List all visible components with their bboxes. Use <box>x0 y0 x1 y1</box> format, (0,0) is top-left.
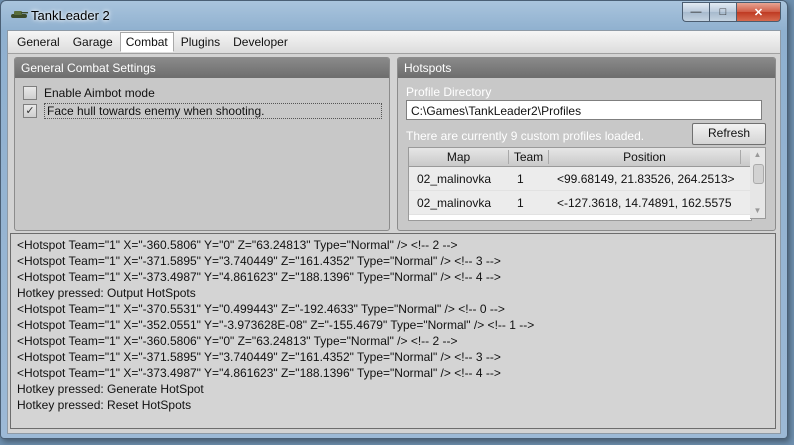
tab-garage[interactable]: Garage <box>67 32 119 52</box>
hotspots-header: Hotspots <box>398 58 775 78</box>
log-line: <Hotspot Team="1" X="-352.0551" Y="-3.97… <box>17 318 535 332</box>
log-line: Hotkey pressed: Generate HotSpot <box>17 382 204 396</box>
column-header-map[interactable]: Map <box>409 150 509 164</box>
log-line: <Hotspot Team="1" X="-373.4987" Y="4.861… <box>17 366 501 380</box>
aimbot-checkbox[interactable] <box>23 86 37 100</box>
combat-settings-header: General Combat Settings <box>15 58 389 78</box>
table-scrollbar[interactable]: ▲ ▼ <box>750 147 766 219</box>
minimize-button[interactable]: — <box>682 2 709 22</box>
face-hull-option[interactable]: ✓ Face hull towards enemy when shooting. <box>23 103 382 119</box>
tab-plugins[interactable]: Plugins <box>175 32 226 52</box>
column-header-position[interactable]: Position <box>549 150 741 164</box>
log-output[interactable]: <Hotspot Team="1" X="-360.5806" Y="0" Z=… <box>10 233 776 429</box>
cell-position: <-127.3618, 14.74891, 162.5575 <box>557 195 732 210</box>
maximize-button[interactable]: □ <box>709 2 736 22</box>
tab-combat[interactable]: Combat <box>119 32 174 52</box>
log-line: <Hotspot Team="1" X="-370.5531" Y="0.499… <box>17 302 505 316</box>
log-line: Hotkey pressed: Output HotSpots <box>17 286 196 300</box>
log-line: <Hotspot Team="1" X="-360.5806" Y="0" Z=… <box>17 334 458 348</box>
tab-bar: General Garage Combat Plugins Developer <box>8 31 780 54</box>
log-line: <Hotspot Team="1" X="-373.4987" Y="4.861… <box>17 270 501 284</box>
close-button[interactable]: ✕ <box>736 2 781 22</box>
profiles-status-text: There are currently 9 custom profiles lo… <box>406 129 645 143</box>
cell-map: 02_malinovka <box>417 171 492 186</box>
cell-map: 02_malinovka <box>417 195 492 210</box>
column-header-team[interactable]: Team <box>509 150 549 164</box>
cell-team: 1 <box>517 195 524 210</box>
tab-developer[interactable]: Developer <box>227 32 294 52</box>
window-title: TankLeader 2 <box>31 8 110 23</box>
checkmark-icon: ✓ <box>25 105 35 117</box>
cell-team: 1 <box>517 171 524 186</box>
hotspots-table: Map Team Position 02_malinovka 1 <99.681… <box>408 147 752 221</box>
combat-settings-panel: General Combat Settings Enable Aimbot mo… <box>14 57 390 231</box>
table-header: Map Team Position <box>409 148 751 167</box>
face-hull-label: Face hull towards enemy when shooting. <box>44 103 382 119</box>
profile-directory-label: Profile Directory <box>406 85 492 99</box>
tab-general[interactable]: General <box>11 32 66 52</box>
profile-directory-input[interactable]: C:\Games\TankLeader2\Profiles <box>406 100 762 120</box>
client-area: General Garage Combat Plugins Developer … <box>7 30 781 434</box>
title-bar[interactable]: TankLeader 2 — □ ✕ <box>1 1 787 31</box>
refresh-button[interactable]: Refresh <box>692 123 766 145</box>
table-row[interactable]: 02_malinovka 1 <-127.3618, 14.74891, 162… <box>409 191 751 215</box>
cell-position: <99.68149, 21.83526, 264.2513> <box>557 171 735 186</box>
table-row[interactable]: 02_malinovka 1 <99.68149, 21.83526, 264.… <box>409 167 751 191</box>
tank-icon <box>11 11 28 18</box>
aimbot-option[interactable]: Enable Aimbot mode <box>23 86 155 100</box>
log-line: <Hotspot Team="1" X="-360.5806" Y="0" Z=… <box>17 238 458 252</box>
log-line: <Hotspot Team="1" X="-371.5895" Y="3.740… <box>17 350 501 364</box>
scroll-down-icon[interactable]: ▼ <box>750 204 765 218</box>
scroll-thumb[interactable] <box>753 164 764 184</box>
log-line: <Hotspot Team="1" X="-371.5895" Y="3.740… <box>17 254 501 268</box>
scroll-up-icon[interactable]: ▲ <box>750 148 765 162</box>
aimbot-label: Enable Aimbot mode <box>44 86 155 100</box>
hotspots-panel: Hotspots Profile Directory C:\Games\Tank… <box>397 57 776 231</box>
face-hull-checkbox[interactable]: ✓ <box>23 104 37 118</box>
app-window: TankLeader 2 — □ ✕ General Garage Combat… <box>0 0 788 439</box>
log-line: Hotkey pressed: Reset HotSpots <box>17 398 192 412</box>
